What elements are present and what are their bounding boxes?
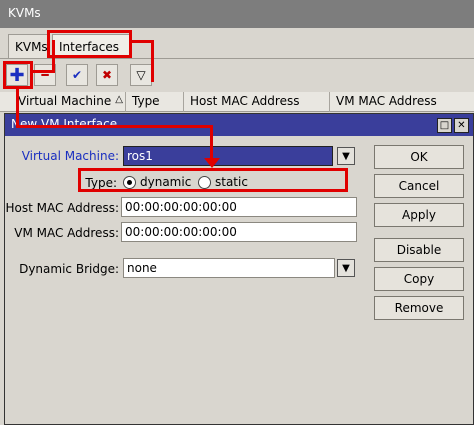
annotation-line: [151, 40, 154, 82]
column-label: Host MAC Address: [190, 94, 300, 108]
host-mac-input[interactable]: 00:00:00:00:00:00: [121, 197, 357, 217]
highlight-interfaces-tab: [47, 30, 132, 58]
column-virtual-machine[interactable]: Virtual Machine △: [12, 92, 126, 112]
dynamic-bridge-label: Dynamic Bridge:: [19, 262, 119, 276]
chevron-down-icon: ▼: [342, 150, 350, 162]
sort-icon: △: [115, 94, 123, 105]
ok-button[interactable]: OK: [374, 145, 464, 169]
close-icon: ✕: [457, 120, 466, 131]
virtual-machine-select[interactable]: ros1: [123, 146, 333, 166]
x-icon: ✖: [101, 68, 113, 82]
table-header: Virtual Machine △ Type Host MAC Address V…: [0, 92, 474, 112]
maximize-icon: □: [439, 120, 450, 131]
annotation-line: [52, 40, 55, 72]
highlight-add-button: [3, 61, 33, 89]
enable-button[interactable]: ✔: [66, 64, 88, 86]
dynamic-bridge-dropdown[interactable]: ▼: [337, 259, 355, 277]
vm-mac-label: VM MAC Address:: [14, 226, 119, 240]
cancel-button[interactable]: Cancel: [374, 174, 464, 198]
highlight-type-row: [78, 168, 348, 192]
column-label: Type: [132, 94, 160, 108]
column-type[interactable]: Type: [126, 92, 184, 112]
disable-toolbar-button[interactable]: ✖: [96, 64, 118, 86]
vm-mac-input[interactable]: 00:00:00:00:00:00: [121, 222, 357, 242]
dialog-title: New VM Interface: [11, 117, 118, 131]
dynamic-bridge-select[interactable]: none: [123, 258, 335, 278]
copy-button[interactable]: Copy: [374, 267, 464, 291]
chevron-down-icon: ▼: [342, 262, 350, 274]
disable-button[interactable]: Disable: [374, 238, 464, 262]
column-host-mac[interactable]: Host MAC Address: [184, 92, 330, 112]
close-button[interactable]: ✕: [454, 118, 469, 133]
tabs-divider: [0, 58, 474, 59]
virtual-machine-label: Virtual Machine:: [21, 149, 119, 163]
annotation-line: [16, 125, 213, 128]
filter-button[interactable]: ▽: [130, 64, 152, 86]
column-label: Virtual Machine: [18, 94, 112, 108]
new-vm-interface-dialog: New VM Interface □ ✕ Virtual Machine: ro…: [4, 113, 474, 425]
column-vm-mac[interactable]: VM MAC Address: [330, 92, 474, 112]
host-mac-label: Host MAC Address:: [5, 201, 119, 215]
apply-button[interactable]: Apply: [374, 203, 464, 227]
column-label: VM MAC Address: [336, 94, 437, 108]
remove-button-dialog[interactable]: Remove: [374, 296, 464, 320]
arrow-head-icon: [204, 158, 220, 168]
filter-icon: ▽: [136, 68, 146, 82]
tab-kvms[interactable]: KVMs: [8, 34, 50, 58]
window-title: KVMs: [0, 0, 474, 28]
virtual-machine-dropdown[interactable]: ▼: [337, 147, 355, 165]
maximize-button[interactable]: □: [437, 118, 452, 133]
annotation-line: [16, 89, 19, 127]
tab-kvms-label: KVMs: [15, 40, 48, 54]
check-icon: ✔: [71, 68, 83, 82]
